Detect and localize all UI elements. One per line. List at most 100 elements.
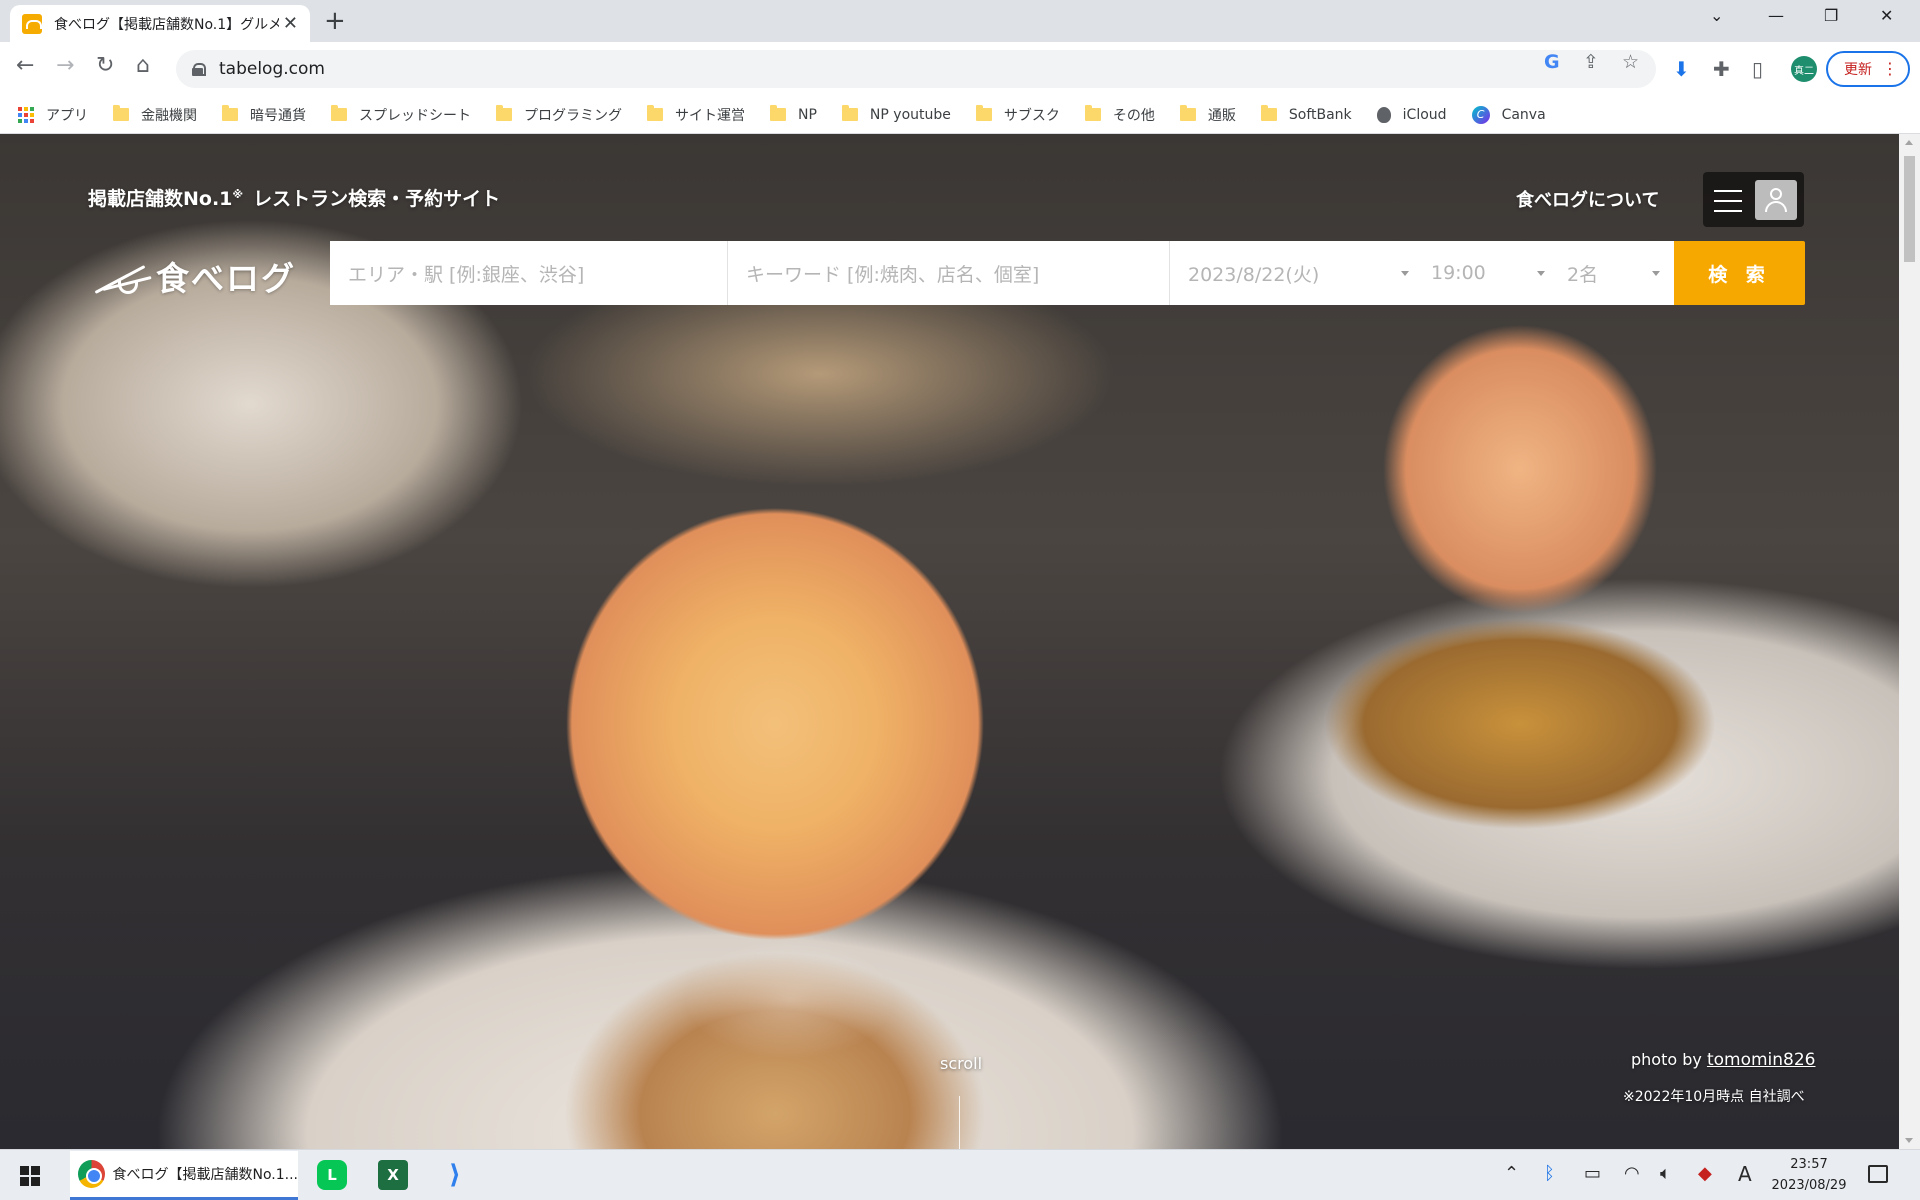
close-tab-icon[interactable]: ✕ xyxy=(283,13,298,34)
bookmark-folder[interactable]: NP youtube xyxy=(841,105,951,123)
bookmark-folder[interactable]: 金融機関 xyxy=(113,105,197,125)
forward-button[interactable]: → xyxy=(56,55,74,77)
hamburger-menu-icon[interactable] xyxy=(1714,190,1742,212)
page-scrollbar[interactable] xyxy=(1899,134,1920,1149)
scroll-indicator-line xyxy=(959,1096,960,1149)
about-tabelog-link[interactable]: 食べログについて xyxy=(1516,186,1659,212)
chrome-icon xyxy=(78,1160,105,1188)
tabelog-favicon-icon xyxy=(22,13,42,34)
people-select[interactable]: 2名 xyxy=(1559,241,1674,305)
bookmark-folder[interactable]: NP xyxy=(770,105,817,123)
bookmark-label: Canva xyxy=(1501,106,1546,123)
header-actions xyxy=(1703,172,1804,227)
bookmark-folder[interactable]: 暗号通貨 xyxy=(222,105,306,125)
bookmark-folder[interactable]: プログラミング xyxy=(496,105,622,125)
browser-tab[interactable]: 食べログ【掲載店舗数No.1】グルメ・ ✕ xyxy=(10,5,310,42)
bookmark-star-icon[interactable]: ☆ xyxy=(1622,51,1639,73)
folder-icon xyxy=(975,105,992,121)
apple-icon xyxy=(1376,106,1391,123)
ime-indicator[interactable]: A xyxy=(1738,1164,1752,1184)
taskbar-window-label: 食べログ【掲載店舗数No.1... xyxy=(112,1167,299,1183)
search-button[interactable]: 検 索 xyxy=(1674,241,1805,305)
bluetooth-icon[interactable]: ᛒ xyxy=(1544,1164,1555,1184)
tagline-mark: ※ xyxy=(232,187,244,201)
bookmark-label: その他 xyxy=(1112,107,1155,124)
survey-footnote: ※2022年10月時点 自社調べ xyxy=(1623,1089,1805,1105)
date-value: 2023/8/22(火) xyxy=(1188,263,1320,286)
app-tray-icon[interactable]: ◆ xyxy=(1698,1164,1712,1184)
folder-icon xyxy=(1260,105,1277,121)
folder-icon xyxy=(113,105,129,121)
bookmark-icloud[interactable]: iCloud xyxy=(1376,106,1447,123)
google-icon[interactable]: G xyxy=(1544,51,1560,73)
home-button[interactable]: ⌂ xyxy=(136,55,150,77)
folder-icon xyxy=(496,105,512,121)
volume-icon[interactable]: 🔈︎ xyxy=(1660,1164,1671,1184)
hero-section: 掲載店舗数No.1※ レストラン検索・予約サイト 食べログについて 食べログ エリ… xyxy=(0,134,1899,1149)
canva-icon: C xyxy=(1471,105,1490,124)
reload-button[interactable]: ↻ xyxy=(96,55,114,77)
bookmark-label: スプレッドシート xyxy=(359,107,471,124)
bookmark-label: 金融機関 xyxy=(141,107,197,124)
time-select[interactable]: 19:00 xyxy=(1423,241,1559,305)
back-button[interactable]: ← xyxy=(16,55,34,77)
windows-start-icon[interactable] xyxy=(20,1166,40,1186)
close-window-button[interactable]: ✕ xyxy=(1880,6,1893,25)
restore-button[interactable]: ❐ xyxy=(1824,6,1838,25)
folder-icon xyxy=(331,105,347,121)
scroll-down-icon[interactable] xyxy=(1905,1138,1913,1143)
system-clock[interactable]: 23:57 2023/08/29 xyxy=(1766,1154,1852,1196)
area-input[interactable]: エリア・駅 [例:銀座、渋谷] xyxy=(330,241,728,305)
extensions-icon[interactable]: ✚ xyxy=(1713,58,1730,80)
new-tab-button[interactable]: + xyxy=(324,8,346,34)
tab-strip: 食べログ【掲載店舗数No.1】グルメ・ ✕ + ⌄ — ❐ ✕ xyxy=(0,0,1920,42)
time-value: 19:00 xyxy=(1431,262,1486,284)
bookmark-folder[interactable]: スプレッドシート xyxy=(331,105,471,125)
bookmark-folder[interactable]: SoftBank xyxy=(1260,105,1352,123)
update-button[interactable]: 更新 ⋮ xyxy=(1826,51,1910,87)
lock-icon[interactable] xyxy=(192,62,206,76)
keyword-input[interactable]: キーワード [例:焼肉、店名、個室] xyxy=(728,241,1170,305)
bookmark-label: 暗号通貨 xyxy=(250,107,306,124)
share-icon[interactable]: ⇪ xyxy=(1583,51,1599,73)
scroll-indicator-label[interactable]: scroll xyxy=(940,1054,982,1073)
excel-app-icon[interactable]: X xyxy=(378,1160,408,1190)
bookmark-folder[interactable]: 通販 xyxy=(1179,105,1236,125)
user-account-button[interactable] xyxy=(1755,180,1797,220)
windows-taskbar: 食べログ【掲載店舗数No.1... L X ⟩ ⌃ ᛒ ▭ ◠ 🔈︎ ◆ A 2… xyxy=(0,1149,1920,1200)
folder-icon xyxy=(770,105,786,121)
bookmarks-bar: アプリ 金融機関 暗号通貨 スプレッドシート プログラミング サイト運営 NP … xyxy=(0,96,1920,134)
scroll-up-icon[interactable] xyxy=(1905,140,1913,145)
battery-icon[interactable]: ▭ xyxy=(1584,1164,1601,1184)
wifi-icon[interactable]: ◠ xyxy=(1624,1164,1640,1184)
side-panel-icon[interactable]: ▯ xyxy=(1752,58,1763,80)
update-label: 更新 xyxy=(1844,62,1872,78)
taskbar-chrome-window[interactable]: 食べログ【掲載店舗数No.1... xyxy=(70,1151,298,1200)
logo-text: 食べログ xyxy=(156,259,296,298)
bookmark-label: サイト運営 xyxy=(675,107,745,124)
bookmark-apps[interactable]: アプリ xyxy=(18,105,88,125)
notification-center-icon[interactable] xyxy=(1868,1165,1888,1183)
profile-avatar[interactable]: 真二 xyxy=(1791,56,1817,82)
photo-author-link[interactable]: tomomin826 xyxy=(1707,1050,1816,1070)
bookmark-label: NP xyxy=(798,106,817,123)
scrollbar-thumb[interactable] xyxy=(1904,156,1915,262)
show-hidden-icons-icon[interactable]: ⌃ xyxy=(1504,1164,1519,1184)
bookmark-folder[interactable]: サブスク xyxy=(975,105,1060,125)
download-icon[interactable]: ⬇ xyxy=(1673,58,1690,80)
more-menu-icon: ⋮ xyxy=(1882,59,1898,78)
date-select[interactable]: 2023/8/22(火) xyxy=(1170,241,1423,305)
bookmark-label: iCloud xyxy=(1402,106,1447,123)
minimize-button[interactable]: — xyxy=(1768,6,1784,25)
vscode-app-icon[interactable]: ⟩ xyxy=(440,1160,470,1190)
bookmark-folder[interactable]: その他 xyxy=(1084,105,1155,125)
tabelog-logo[interactable]: 食べログ xyxy=(88,252,296,300)
bookmark-folder[interactable]: サイト運営 xyxy=(647,105,745,125)
photo-by-label: photo by xyxy=(1631,1050,1702,1069)
chopsticks-icon xyxy=(88,256,152,296)
tab-search-icon[interactable]: ⌄ xyxy=(1710,6,1723,25)
line-app-icon[interactable]: L xyxy=(317,1160,347,1190)
address-bar[interactable]: tabelog.com xyxy=(176,50,1656,88)
bookmark-canva[interactable]: C Canva xyxy=(1471,105,1546,124)
bookmark-label: サブスク xyxy=(1003,107,1060,124)
